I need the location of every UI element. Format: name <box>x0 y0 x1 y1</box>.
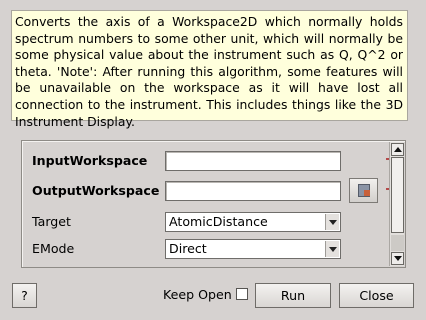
properties-scrollbar[interactable] <box>389 142 404 266</box>
target-select[interactable]: AtomicDistance <box>165 212 341 232</box>
browse-workspace-button[interactable] <box>349 178 378 203</box>
scroll-thumb[interactable] <box>391 157 404 233</box>
chevron-down-icon[interactable] <box>325 214 339 230</box>
workspace-browse-icon <box>358 184 370 197</box>
help-button[interactable]: ? <box>12 283 37 308</box>
chevron-down-icon[interactable] <box>325 241 339 257</box>
close-button[interactable]: Close <box>339 283 414 308</box>
emode-label: EMode <box>32 241 75 256</box>
input-workspace-field[interactable] <box>165 151 341 171</box>
emode-select[interactable]: Direct <box>165 239 341 259</box>
run-button[interactable]: Run <box>255 283 331 308</box>
keep-open-label: Keep Open <box>163 287 232 302</box>
output-workspace-label: OutputWorkspace <box>32 183 160 198</box>
input-workspace-label: InputWorkspace <box>32 153 148 168</box>
target-select-value: AtomicDistance <box>169 214 268 229</box>
target-label: Target <box>32 214 71 229</box>
keep-open-checkbox[interactable] <box>236 288 248 300</box>
scroll-up-button[interactable] <box>391 143 404 156</box>
emode-select-value: Direct <box>169 241 207 256</box>
algorithm-description: Converts the axis of a Workspace2D which… <box>11 10 408 129</box>
scroll-down-button[interactable] <box>391 252 404 265</box>
scroll-track[interactable] <box>391 235 404 251</box>
output-workspace-field[interactable] <box>165 181 341 201</box>
properties-panel: InputWorkspace OutputWorkspace Target At… <box>21 140 406 268</box>
